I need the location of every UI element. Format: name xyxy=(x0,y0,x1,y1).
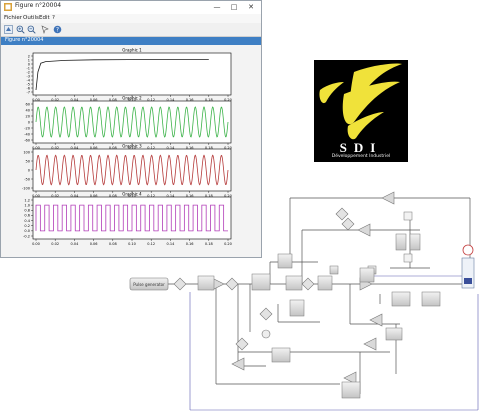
y-tick-label: -60 xyxy=(24,138,30,142)
figure-tab[interactable]: Figure n°20004 xyxy=(1,37,261,45)
zoom-out-icon[interactable] xyxy=(27,25,36,34)
x-tick-label: 0.06 xyxy=(90,242,98,246)
gain-block[interactable] xyxy=(363,337,377,351)
block-diagram-canvas: Pulse generator xyxy=(129,191,479,411)
help-icon[interactable]: ? xyxy=(53,25,62,34)
block-diagram: Pulse generator xyxy=(120,184,480,412)
rotate-icon[interactable] xyxy=(4,25,13,34)
select-icon[interactable] xyxy=(41,25,50,34)
x-tick-label: 0.00 xyxy=(32,242,40,246)
scope-block[interactable] xyxy=(461,244,475,289)
logo-subtitle: Développement Industriel xyxy=(331,154,391,159)
y-tick-label: 0.6 xyxy=(24,214,30,218)
sdi-logo: SDI Développement Industriel xyxy=(314,60,408,162)
app-icon xyxy=(4,3,12,11)
pulse-generator-label: Pulse generator xyxy=(133,282,165,287)
svg-text:?: ? xyxy=(56,27,59,34)
toolbar: ? xyxy=(1,23,261,37)
menu-fichier[interactable]: Fichier xyxy=(4,15,22,21)
y-tick-label: 0.0 xyxy=(24,229,30,233)
gain-block[interactable] xyxy=(357,223,371,237)
plot-title: Graphic 3 xyxy=(122,144,142,149)
y-tick-label: 0.4 xyxy=(24,219,30,223)
x-tick-label: 0.04 xyxy=(71,242,80,246)
y-tick-label: -40 xyxy=(24,132,30,136)
plot-title: Graphic 2 xyxy=(122,96,142,101)
window-title: Figure n°20004 xyxy=(15,2,62,9)
y-tick-label: 0 xyxy=(28,168,30,172)
y-tick-label: 0.8 xyxy=(24,209,30,213)
y-tick-label: -100 xyxy=(22,186,30,190)
subsystem-blocks[interactable] xyxy=(197,253,441,399)
title-bar: Figure n°20004 — □ ✕ xyxy=(1,1,261,14)
y-tick-label: 60 xyxy=(26,102,30,106)
y-tick-label: 40 xyxy=(26,108,30,112)
gain-block[interactable] xyxy=(381,191,395,205)
subplot-2: Graphic 26040200-20-40-600.00 0.02 0.04 0.0… xyxy=(24,96,232,151)
y-tick-label: -7 xyxy=(27,90,31,94)
plot-title: Graphic 1 xyxy=(122,48,142,53)
y-tick-label: 50 xyxy=(26,159,30,163)
y-tick-label: -50 xyxy=(24,177,30,181)
y-tick-label: 20 xyxy=(26,114,30,118)
y-tick-label: 1.0 xyxy=(24,203,30,207)
menu-bar: Fichier Outils Edit ? xyxy=(1,14,261,23)
maximize-button[interactable]: □ xyxy=(226,1,242,13)
subplot-1: Graphic 1210-1-2-3-4-5-6-70.00 0.02 0.04 0.… xyxy=(27,48,232,103)
x-tick-label: 0.02 xyxy=(51,242,59,246)
y-tick-label: -20 xyxy=(24,126,30,130)
figure-tab-label: Figure n°20004 xyxy=(5,37,44,43)
y-tick-label: -0.2 xyxy=(23,234,30,238)
gain-blocks[interactable] xyxy=(211,191,395,385)
y-tick-label: 0 xyxy=(28,120,30,124)
menu-help[interactable]: ? xyxy=(52,15,55,21)
y-tick-label: 1.2 xyxy=(24,198,30,202)
minimize-button[interactable]: — xyxy=(209,1,225,13)
menu-outils[interactable]: Outils xyxy=(23,15,39,21)
pulse-generator-block[interactable]: Pulse generator xyxy=(129,277,169,291)
mux-cluster[interactable] xyxy=(359,211,421,283)
y-tick-label: 0.2 xyxy=(24,224,30,228)
close-button[interactable]: ✕ xyxy=(243,1,259,13)
x-tick-label: 0.08 xyxy=(109,242,117,246)
y-tick-label: 100 xyxy=(23,150,30,154)
menu-edit[interactable]: Edit xyxy=(39,15,50,21)
zoom-in-icon[interactable] xyxy=(16,25,25,34)
